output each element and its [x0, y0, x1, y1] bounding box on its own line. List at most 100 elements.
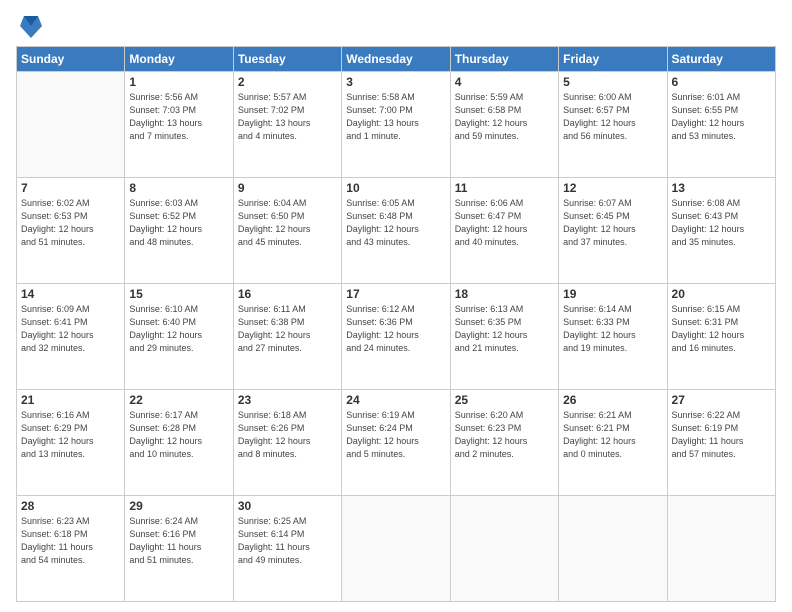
calendar-cell: 11Sunrise: 6:06 AM Sunset: 6:47 PM Dayli… [450, 178, 558, 284]
day-number: 18 [455, 287, 554, 301]
calendar-table: SundayMondayTuesdayWednesdayThursdayFrid… [16, 46, 776, 602]
day-info: Sunrise: 6:19 AM Sunset: 6:24 PM Dayligh… [346, 409, 445, 461]
day-info: Sunrise: 6:05 AM Sunset: 6:48 PM Dayligh… [346, 197, 445, 249]
logo [16, 12, 42, 40]
calendar-cell: 9 Sunrise: 6:04 AM Sunset: 6:50 PM Daylig… [233, 178, 341, 284]
calendar-cell: 23 Sunrise: 6:18 AM Sunset: 6:26 PM Dayli… [233, 390, 341, 496]
day-number: 24 [346, 393, 445, 407]
day-info: Sunrise: 5:57 AM Sunset: 7:02 PM Dayligh… [238, 91, 337, 143]
calendar-cell: 3 Sunrise: 5:58 AM Sunset: 7:00 PM Daylig… [342, 72, 450, 178]
calendar-cell: 16Sunrise: 6:11 AM Sunset: 6:38 PM Dayli… [233, 284, 341, 390]
calendar-cell: 28 Sunrise: 6:23 AM Sunset: 6:18 PM Dayli… [17, 496, 125, 602]
day-number: 29 [129, 499, 228, 513]
logo-icon [20, 12, 42, 40]
calendar-cell [342, 496, 450, 602]
day-info: Sunrise: 6:11 AM Sunset: 6:38 PM Dayligh… [238, 303, 337, 355]
week-row-0: 1Sunrise: 5:56 AM Sunset: 7:03 PM Daylig… [17, 72, 776, 178]
calendar-cell: 30 Sunrise: 6:25 AM Sunset: 6:14 PM Dayli… [233, 496, 341, 602]
day-info: Sunrise: 6:01 AM Sunset: 6:55 PM Dayligh… [672, 91, 771, 143]
day-number: 30 [238, 499, 337, 513]
day-info: Sunrise: 5:59 AM Sunset: 6:58 PM Dayligh… [455, 91, 554, 143]
day-info: Sunrise: 6:24 AM Sunset: 6:16 PM Dayligh… [129, 515, 228, 567]
day-info: Sunrise: 6:12 AM Sunset: 6:36 PM Dayligh… [346, 303, 445, 355]
calendar-cell [667, 496, 775, 602]
calendar-cell [559, 496, 667, 602]
header-sunday: Sunday [17, 47, 125, 72]
calendar-cell: 1Sunrise: 5:56 AM Sunset: 7:03 PM Daylig… [125, 72, 233, 178]
day-info: Sunrise: 6:17 AM Sunset: 6:28 PM Dayligh… [129, 409, 228, 461]
day-info: Sunrise: 6:07 AM Sunset: 6:45 PM Dayligh… [563, 197, 662, 249]
day-number: 26 [563, 393, 662, 407]
day-info: Sunrise: 6:10 AM Sunset: 6:40 PM Dayligh… [129, 303, 228, 355]
calendar-cell: 17 Sunrise: 6:12 AM Sunset: 6:36 PM Dayli… [342, 284, 450, 390]
calendar-cell: 5 Sunrise: 6:00 AM Sunset: 6:57 PM Daylig… [559, 72, 667, 178]
day-info: Sunrise: 6:00 AM Sunset: 6:57 PM Dayligh… [563, 91, 662, 143]
day-number: 12 [563, 181, 662, 195]
day-number: 27 [672, 393, 771, 407]
calendar-cell: 4 Sunrise: 5:59 AM Sunset: 6:58 PM Daylig… [450, 72, 558, 178]
day-number: 7 [21, 181, 120, 195]
day-info: Sunrise: 6:13 AM Sunset: 6:35 PM Dayligh… [455, 303, 554, 355]
day-number: 15 [129, 287, 228, 301]
day-info: Sunrise: 6:23 AM Sunset: 6:18 PM Dayligh… [21, 515, 120, 567]
day-info: Sunrise: 6:18 AM Sunset: 6:26 PM Dayligh… [238, 409, 337, 461]
day-info: Sunrise: 6:16 AM Sunset: 6:29 PM Dayligh… [21, 409, 120, 461]
day-number: 20 [672, 287, 771, 301]
header-tuesday: Tuesday [233, 47, 341, 72]
day-info: Sunrise: 6:08 AM Sunset: 6:43 PM Dayligh… [672, 197, 771, 249]
week-row-3: 21 Sunrise: 6:16 AM Sunset: 6:29 PM Dayli… [17, 390, 776, 496]
day-info: Sunrise: 6:25 AM Sunset: 6:14 PM Dayligh… [238, 515, 337, 567]
day-number: 4 [455, 75, 554, 89]
day-number: 17 [346, 287, 445, 301]
day-number: 5 [563, 75, 662, 89]
calendar-cell: 27Sunrise: 6:22 AM Sunset: 6:19 PM Dayli… [667, 390, 775, 496]
day-info: Sunrise: 6:02 AM Sunset: 6:53 PM Dayligh… [21, 197, 120, 249]
calendar-cell [17, 72, 125, 178]
calendar-cell: 13 Sunrise: 6:08 AM Sunset: 6:43 PM Dayli… [667, 178, 775, 284]
week-row-2: 14 Sunrise: 6:09 AM Sunset: 6:41 PM Dayli… [17, 284, 776, 390]
day-info: Sunrise: 6:14 AM Sunset: 6:33 PM Dayligh… [563, 303, 662, 355]
header-wednesday: Wednesday [342, 47, 450, 72]
day-number: 13 [672, 181, 771, 195]
header-monday: Monday [125, 47, 233, 72]
calendar-cell: 24 Sunrise: 6:19 AM Sunset: 6:24 PM Dayli… [342, 390, 450, 496]
day-number: 23 [238, 393, 337, 407]
page: SundayMondayTuesdayWednesdayThursdayFrid… [0, 0, 792, 612]
calendar-cell: 20 Sunrise: 6:15 AM Sunset: 6:31 PM Dayli… [667, 284, 775, 390]
calendar-cell: 15 Sunrise: 6:10 AM Sunset: 6:40 PM Dayli… [125, 284, 233, 390]
week-row-1: 7 Sunrise: 6:02 AM Sunset: 6:53 PM Daylig… [17, 178, 776, 284]
header-friday: Friday [559, 47, 667, 72]
day-info: Sunrise: 5:58 AM Sunset: 7:00 PM Dayligh… [346, 91, 445, 143]
header-saturday: Saturday [667, 47, 775, 72]
calendar-cell: 18 Sunrise: 6:13 AM Sunset: 6:35 PM Dayli… [450, 284, 558, 390]
day-info: Sunrise: 6:21 AM Sunset: 6:21 PM Dayligh… [563, 409, 662, 461]
calendar-cell [450, 496, 558, 602]
day-info: Sunrise: 6:03 AM Sunset: 6:52 PM Dayligh… [129, 197, 228, 249]
day-info: Sunrise: 6:20 AM Sunset: 6:23 PM Dayligh… [455, 409, 554, 461]
day-number: 8 [129, 181, 228, 195]
day-number: 1 [129, 75, 228, 89]
day-info: Sunrise: 6:15 AM Sunset: 6:31 PM Dayligh… [672, 303, 771, 355]
calendar-cell: 26 Sunrise: 6:21 AM Sunset: 6:21 PM Dayli… [559, 390, 667, 496]
day-number: 28 [21, 499, 120, 513]
calendar-cell: 8 Sunrise: 6:03 AM Sunset: 6:52 PM Daylig… [125, 178, 233, 284]
calendar-cell: 2 Sunrise: 5:57 AM Sunset: 7:02 PM Daylig… [233, 72, 341, 178]
calendar-cell: 22 Sunrise: 6:17 AM Sunset: 6:28 PM Dayli… [125, 390, 233, 496]
day-number: 6 [672, 75, 771, 89]
day-info: Sunrise: 6:09 AM Sunset: 6:41 PM Dayligh… [21, 303, 120, 355]
calendar-cell: 25Sunrise: 6:20 AM Sunset: 6:23 PM Dayli… [450, 390, 558, 496]
calendar-cell: 14 Sunrise: 6:09 AM Sunset: 6:41 PM Dayli… [17, 284, 125, 390]
day-number: 2 [238, 75, 337, 89]
calendar-cell: 10Sunrise: 6:05 AM Sunset: 6:48 PM Dayli… [342, 178, 450, 284]
day-number: 21 [21, 393, 120, 407]
week-row-4: 28 Sunrise: 6:23 AM Sunset: 6:18 PM Dayli… [17, 496, 776, 602]
day-number: 19 [563, 287, 662, 301]
day-number: 14 [21, 287, 120, 301]
calendar-cell: 21 Sunrise: 6:16 AM Sunset: 6:29 PM Dayli… [17, 390, 125, 496]
calendar-cell: 12 Sunrise: 6:07 AM Sunset: 6:45 PM Dayli… [559, 178, 667, 284]
day-number: 22 [129, 393, 228, 407]
day-info: Sunrise: 6:04 AM Sunset: 6:50 PM Dayligh… [238, 197, 337, 249]
day-info: Sunrise: 6:06 AM Sunset: 6:47 PM Dayligh… [455, 197, 554, 249]
day-number: 9 [238, 181, 337, 195]
day-number: 3 [346, 75, 445, 89]
